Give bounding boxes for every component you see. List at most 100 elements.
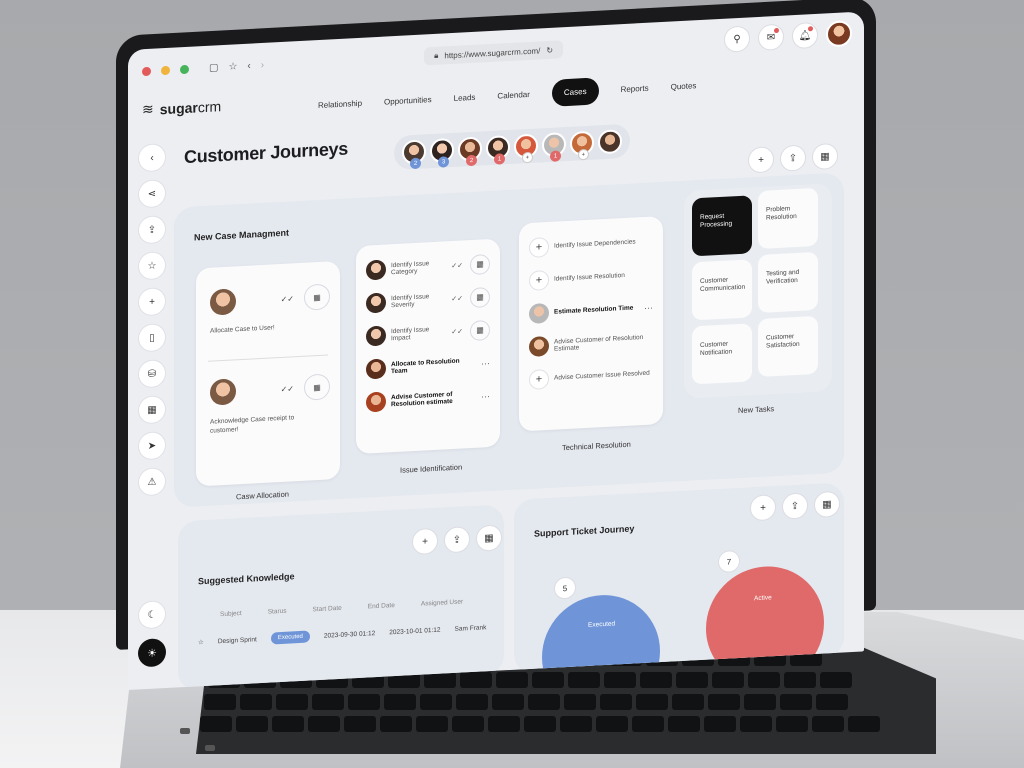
add-ticket-button[interactable]: + xyxy=(750,494,776,522)
executed-count: 5 xyxy=(554,576,576,600)
sidebar-toggle-icon[interactable]: ▢ xyxy=(209,62,218,73)
column-header: End Date xyxy=(367,602,395,611)
schedule-button[interactable]: ▦ xyxy=(470,319,490,341)
more-icon[interactable]: ··· xyxy=(644,302,653,312)
export-knowledge-button[interactable]: ⇪ xyxy=(444,526,470,554)
add-case-button[interactable]: + xyxy=(748,146,774,174)
alert-button[interactable]: ⚠ xyxy=(138,467,166,497)
nav-calendar[interactable]: Calendar xyxy=(497,90,529,101)
nav-quotes[interactable]: Quotes xyxy=(671,81,697,91)
calendar-icon: ▦ xyxy=(822,498,832,511)
schedule-button[interactable]: ▦ xyxy=(304,373,330,401)
upload-icon: ⇪ xyxy=(788,152,798,164)
user-avatar[interactable] xyxy=(826,20,852,48)
team-member-avatar[interactable]: 3 xyxy=(430,137,454,168)
case-calendar-button[interactable]: ▦ xyxy=(812,142,838,171)
nav-reports[interactable]: Reports xyxy=(621,84,649,94)
nav-leads[interactable]: Leads xyxy=(454,93,476,103)
team-member-avatar[interactable]: 1 xyxy=(542,132,566,162)
close-window-icon[interactable] xyxy=(142,66,151,76)
more-icon[interactable]: ··· xyxy=(481,391,490,401)
tasks-grid: Request Processing Problem Resolution Cu… xyxy=(684,183,832,399)
team-member-avatar[interactable]: 2 xyxy=(458,136,482,167)
star-icon[interactable]: ☆ xyxy=(198,638,204,646)
address-bar[interactable]: 🔒︎ https://www.sugarcrm.com/ ↻ xyxy=(424,40,564,66)
list-item[interactable]: Advise Customer of Resolution estimate ··… xyxy=(360,379,496,419)
notification-dot xyxy=(774,27,779,34)
warning-icon: ⚠ xyxy=(147,476,157,488)
task-tile[interactable]: Problem Resolution xyxy=(758,187,818,249)
calendar-button[interactable]: ▦ xyxy=(138,395,166,425)
maximize-window-icon[interactable] xyxy=(180,64,189,74)
allocation-item: Allocate Case to User! xyxy=(210,324,275,335)
task-tile[interactable]: Request Processing xyxy=(692,195,752,257)
database-button[interactable]: ⛁ xyxy=(138,359,166,389)
task-tile[interactable]: Customer Notification xyxy=(692,323,752,385)
issue-label: Issue Identification xyxy=(400,462,463,475)
add-button[interactable]: + xyxy=(138,287,166,317)
list-item[interactable]: + Advise Customer Issue Resolved xyxy=(523,356,659,396)
lock-icon: 🔒︎ xyxy=(434,50,439,60)
knowledge-title: Suggested Knowledge xyxy=(198,571,295,587)
schedule-button[interactable]: ▦ xyxy=(470,286,490,308)
nav-opportunities[interactable]: Opportunities xyxy=(384,95,432,106)
column-header: Assigned User xyxy=(420,598,464,608)
light-mode-button[interactable]: ☀ xyxy=(138,638,166,668)
count-badge: + xyxy=(522,151,533,164)
more-icon[interactable]: ··· xyxy=(481,358,490,368)
task-tile[interactable]: Customer Communication xyxy=(692,259,752,321)
task-tile[interactable]: Customer Satisfaction xyxy=(758,315,818,377)
database-icon: ⛁ xyxy=(147,368,157,380)
back-button[interactable]: ‹ xyxy=(138,143,166,173)
app-screen: ▢ ☆ ‹ › 🔒︎ https://www.sugarcrm.com/ ↻ ⚲… xyxy=(128,11,864,691)
table-header: Subject Starus Start Date End Date Assig… xyxy=(220,598,463,618)
add-task-button[interactable]: + xyxy=(529,236,549,258)
star-icon[interactable]: ☆ xyxy=(228,61,237,72)
url-text: https://www.sugarcrm.com/ xyxy=(444,45,541,60)
export-ticket-button[interactable]: ⇪ xyxy=(782,492,808,520)
ticket-calendar-button[interactable]: ▦ xyxy=(814,490,840,519)
usb-port xyxy=(180,728,190,734)
export-case-button[interactable]: ⇪ xyxy=(780,144,806,172)
status-badge: Executed xyxy=(270,630,310,645)
notifications-button[interactable]: 🔔︎ xyxy=(792,21,818,50)
team-member-avatar[interactable]: + xyxy=(514,133,538,164)
mobile-button[interactable]: ▯ xyxy=(138,323,166,353)
add-task-button[interactable]: + xyxy=(529,269,549,291)
reload-icon[interactable]: ↻ xyxy=(546,45,553,54)
left-sidebar: ‹ ⋖ ⇪ ☆ + ▯ ⛁ ▦ ➤ ⚠ xyxy=(138,143,168,497)
calendar-icon: ▦ xyxy=(820,150,830,163)
team-member-avatar[interactable]: 2 xyxy=(402,139,426,170)
allocation-item: Acknowledge Case receipt to customer! xyxy=(210,414,295,435)
brand-logo[interactable]: ≋ sugarcrm xyxy=(142,97,221,118)
mail-button[interactable]: ✉ xyxy=(758,23,784,51)
forward-arrow-icon[interactable]: › xyxy=(261,59,264,70)
team-member-avatar[interactable]: + xyxy=(570,130,594,161)
table-row[interactable]: ☆ Design Sprint Executed 2023-09-30 01:1… xyxy=(198,621,486,648)
nav-relationship[interactable]: Relationship xyxy=(318,99,362,110)
task-tile[interactable]: Testing and Verification xyxy=(758,251,818,313)
case-actions: + ⇪ ▦ xyxy=(748,142,838,174)
schedule-button[interactable]: ▦ xyxy=(470,253,490,275)
favorite-button[interactable]: ☆ xyxy=(138,251,166,281)
team-member-avatar[interactable] xyxy=(598,129,622,155)
upload-button[interactable]: ⇪ xyxy=(138,215,166,245)
dark-mode-button[interactable]: ☾ xyxy=(138,600,166,630)
back-arrow-icon[interactable]: ‹ xyxy=(247,60,250,71)
team-member-avatar[interactable]: 1 xyxy=(486,134,510,165)
star-icon: ☆ xyxy=(147,260,157,272)
count-badge: 1 xyxy=(494,153,505,165)
task-label: Identify Issue Category xyxy=(391,259,430,276)
send-icon: ➤ xyxy=(147,440,157,452)
knowledge-calendar-button[interactable]: ▦ xyxy=(476,524,502,552)
add-task-button[interactable]: + xyxy=(529,368,549,390)
nav-cases[interactable]: Cases xyxy=(551,77,599,107)
minimize-window-icon[interactable] xyxy=(161,65,170,75)
send-button[interactable]: ➤ xyxy=(138,431,166,461)
plus-icon: + xyxy=(760,502,766,514)
search-button[interactable]: ⚲ xyxy=(724,25,750,53)
share-button[interactable]: ⋖ xyxy=(138,179,166,209)
assignee-avatar xyxy=(529,302,549,324)
add-knowledge-button[interactable]: + xyxy=(412,527,438,556)
schedule-button[interactable]: ▦ xyxy=(304,283,330,311)
